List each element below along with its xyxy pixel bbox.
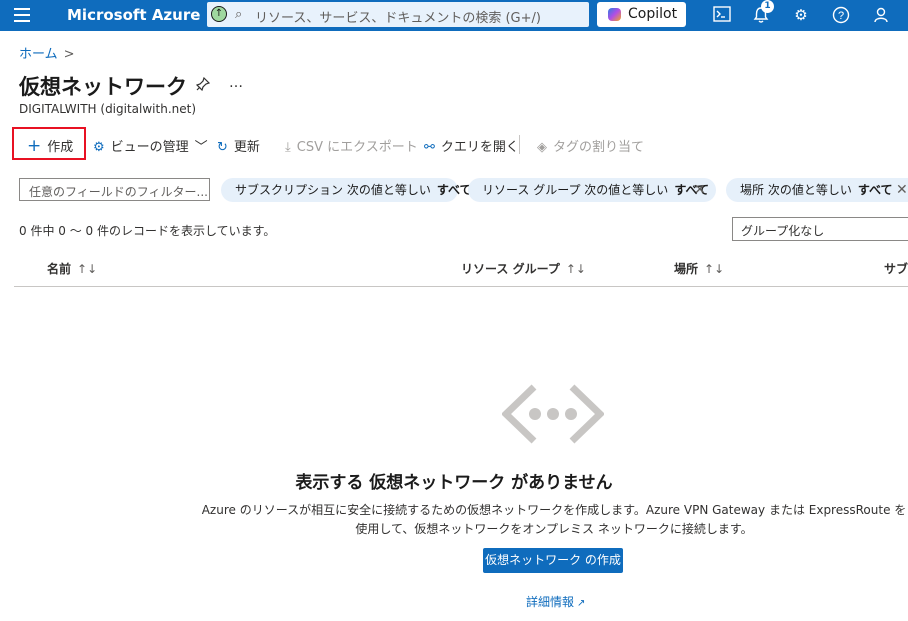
filter-pill-value: すべて <box>436 183 472 197</box>
sort-icon: ↑↓ <box>704 262 725 276</box>
copilot-button[interactable]: Copilot <box>597 2 686 27</box>
filter-pill-label: サブスクリプション 次の値と等しい <box>235 183 431 197</box>
command-separator <box>519 135 520 154</box>
copilot-label: Copilot <box>628 6 678 22</box>
download-icon: ⤓ <box>285 140 291 155</box>
sort-icon: ↑↓ <box>77 262 98 276</box>
empty-state-title: 表示する 仮想ネットワーク がありません <box>295 473 613 493</box>
column-label: リソース グループ <box>461 262 560 276</box>
search-input[interactable]: ↑ ⌕ リソース、サービス、ドキュメントの検索 (G+/) <box>207 2 589 27</box>
top-bar: Microsoft Azure ↑ ⌕ リソース、サービス、ドキュメントの検索 … <box>0 0 908 31</box>
search-placeholder: リソース、サービス、ドキュメントの検索 (G+/) <box>255 11 541 26</box>
record-count: 0 件中 0 ～ 0 件のレコードを表示しています。 <box>19 224 276 238</box>
empty-state-description: Azure のリソースが相互に安全に接続するための仮想ネットワークを作成します。… <box>200 501 908 539</box>
more-options-button[interactable]: … <box>229 75 243 91</box>
column-label: サブ <box>884 262 908 276</box>
filter-pill-resource-group[interactable]: リソース グループ 次の値と等しい すべて ✕ <box>468 178 716 202</box>
copilot-icon <box>608 8 621 21</box>
help-icon[interactable]: ? <box>832 6 850 24</box>
filter-pill-label: 場所 次の値と等しい <box>740 183 852 197</box>
notification-badge: 1 <box>761 0 774 13</box>
brand-title[interactable]: Microsoft Azure <box>67 6 200 24</box>
breadcrumb-separator: > <box>63 47 75 62</box>
pin-icon[interactable] <box>195 76 211 95</box>
empty-description-line: Azure のリソースが相互に安全に接続するための仮想ネットワークを作成します。… <box>201 503 907 517</box>
external-link-icon: ↗ <box>577 598 586 609</box>
close-icon[interactable]: ✕ <box>896 178 908 202</box>
column-header-resource-group[interactable]: リソース グループ ↑↓ <box>461 260 586 277</box>
assign-tags-label: タグの割り当て <box>553 140 645 155</box>
breadcrumb: ホーム > <box>19 43 75 62</box>
export-csv-button[interactable]: ⤓ CSV にエクスポート <box>285 136 418 155</box>
settings-icon[interactable]: ⚙ <box>792 6 810 24</box>
column-label: 場所 <box>674 262 699 276</box>
empty-description-line: 使用して、仮想ネットワークをオンプレミス ネットワークに接続します。 <box>355 522 753 536</box>
svg-text:?: ? <box>838 10 844 22</box>
assign-tags-button[interactable]: ◈ タグの割り当て <box>537 136 645 155</box>
page-title: 仮想ネットワーク <box>19 75 187 99</box>
close-icon[interactable]: ✕ <box>694 178 706 202</box>
column-header-name[interactable]: 名前 ↑↓ <box>47 260 97 277</box>
header-divider <box>14 286 908 287</box>
open-query-label: クエリを開く <box>440 140 519 155</box>
create-label: 作成 <box>47 140 74 155</box>
tag-icon: ◈ <box>537 140 547 155</box>
filter-pill-label: リソース グループ 次の値と等しい <box>482 183 669 197</box>
filter-pill-subscription[interactable]: サブスクリプション 次の値と等しい すべて <box>221 178 472 202</box>
manage-view-label: ビューの管理 <box>110 140 189 155</box>
refresh-icon: ↻ <box>217 140 228 155</box>
column-header-location[interactable]: 場所 ↑↓ <box>674 260 724 277</box>
create-button[interactable]: + 作成 <box>27 136 74 156</box>
filter-pill-location[interactable]: 場所 次の値と等しい すべて ✕ <box>726 178 908 202</box>
feedback-icon[interactable] <box>872 6 890 24</box>
manage-view-button[interactable]: ⚙ ビューの管理 ﹀ <box>93 136 208 155</box>
chevron-down-icon: ﹀ <box>194 140 208 155</box>
gear-icon: ⚙ <box>93 140 105 155</box>
filter-input[interactable]: 任意のフィールドのフィルター... <box>19 178 210 201</box>
open-query-button[interactable]: ⚯ クエリを開く <box>424 136 519 155</box>
filter-pill-value: すべて <box>857 183 893 197</box>
refresh-button[interactable]: ↻ 更新 <box>217 136 260 155</box>
menu-icon[interactable] <box>14 8 30 22</box>
create-virtual-network-button[interactable]: 仮想ネットワーク の作成 <box>483 548 623 573</box>
column-label: 名前 <box>47 262 72 276</box>
breadcrumb-home[interactable]: ホーム <box>19 47 58 62</box>
export-csv-label: CSV にエクスポート <box>296 140 418 155</box>
page-subtitle: DIGITALWITH (digitalwith.net) <box>19 102 197 116</box>
keyboard-shortcut-icon: ↑ <box>211 6 227 22</box>
query-icon: ⚯ <box>424 140 435 155</box>
grouping-select[interactable]: グループ化なし <box>732 217 908 241</box>
sort-icon: ↑↓ <box>565 262 586 276</box>
refresh-label: 更新 <box>233 140 260 155</box>
search-icon: ⌕ <box>235 7 243 22</box>
virtual-network-icon <box>502 384 604 444</box>
learn-more-label: 詳細情報 <box>526 595 575 609</box>
cloud-shell-icon[interactable] <box>713 6 731 24</box>
plus-icon: + <box>27 136 42 156</box>
column-header-subscription[interactable]: サブ <box>884 260 908 277</box>
learn-more-link[interactable]: 詳細情報 ↗ <box>526 593 585 610</box>
